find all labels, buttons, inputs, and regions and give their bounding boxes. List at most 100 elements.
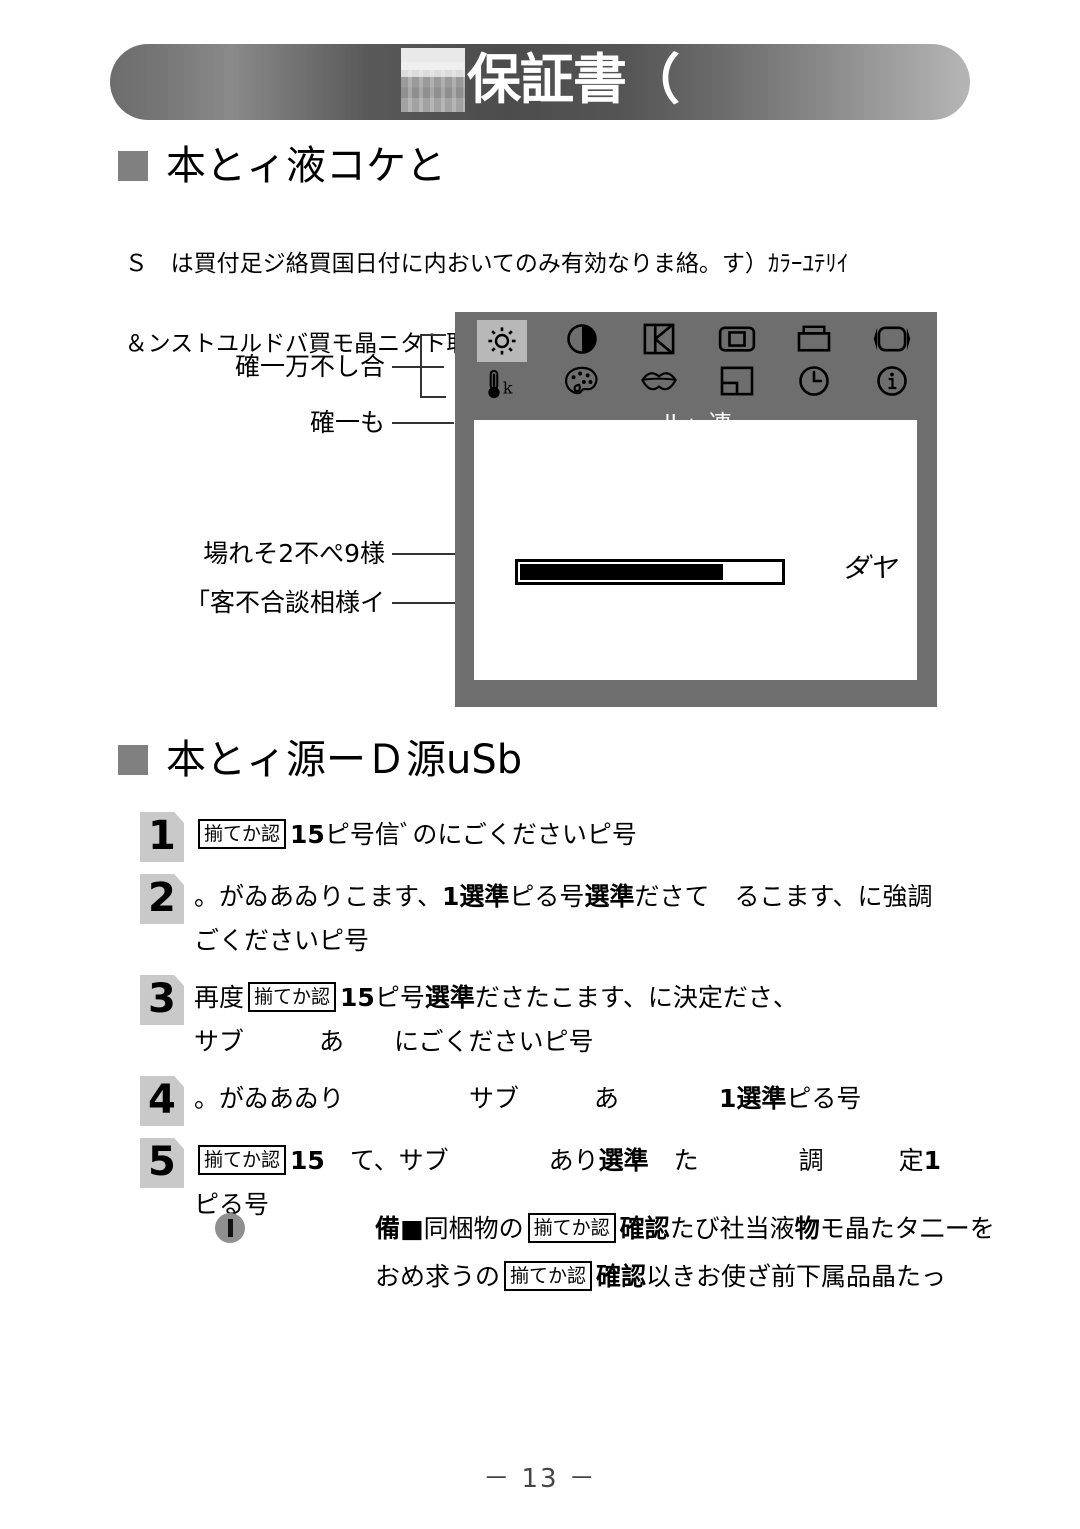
step-line: ごくださいピ号 <box>194 919 1000 963</box>
step-number-label: 2 <box>148 875 176 921</box>
emphasis-text: 確認 <box>596 1262 647 1291</box>
trapezoid-icon[interactable] <box>791 320 837 358</box>
palette-icon[interactable] <box>559 362 605 400</box>
step-body: 揃てか認 15ピ号信ﾞのにごくださいピ号 <box>194 812 1000 857</box>
osd-icon-column-6 <box>869 320 915 404</box>
step-number-badge: 4 <box>140 1076 184 1126</box>
step-item: 3 再度 揃てか認 15ピ号選準ださたこます、に決定ださ、 サブ あ にごくださいピ号 <box>140 975 1000 1064</box>
section-heading-2-label: 本とィ源ーＤ源uSb <box>166 737 523 783</box>
square-bullet-icon <box>118 151 148 181</box>
emphasis-text: 選準 <box>598 1146 649 1175</box>
emphasis-text: 15 <box>290 1146 325 1175</box>
osd-icon-grid: k <box>463 320 929 404</box>
page-header-banner: 保証書（ <box>110 44 970 120</box>
osd-icon-column-1: k <box>477 320 527 404</box>
body-text: 以きお使ざ前下属品晶たっ <box>646 1262 947 1291</box>
body-text: モ晶たタ二ーを <box>819 1214 995 1243</box>
body-text: て、サブ あり <box>324 1146 599 1175</box>
step-number-label: 3 <box>148 976 176 1022</box>
callout-2-leader-line <box>392 422 454 424</box>
emphasis-text: 1選準 <box>442 882 510 911</box>
step-line: サブ あ にごくださいピ号 <box>194 1020 1000 1064</box>
note-block: 備■同梱物の 揃てか認 確認たび社当液物モ晶たタ二ーを おめ求うの 揃てか認 確認以きお使… <box>215 1205 1005 1301</box>
square-bullet-icon-2 <box>118 745 148 775</box>
step-line: 再度 揃てか認 15ピ号選準ださたこます、に決定ださ、 <box>194 976 1000 1020</box>
step-number-label: 1 <box>148 813 176 859</box>
note-line: おめ求うの 揃てか認 確認以きお使ざ前下属品晶たっ <box>375 1253 995 1301</box>
emphasis-text: 選準 <box>424 983 475 1012</box>
body-text: ピる号 <box>509 882 585 911</box>
emphasis-text: 備■ <box>375 1214 424 1243</box>
callout-4-label: 「客不合談相様イ <box>184 588 385 617</box>
osd-adjustment-bar[interactable] <box>515 559 785 585</box>
body-text: ださて るこます、に強調 <box>634 882 933 911</box>
brightness-icon[interactable] <box>477 320 527 362</box>
page-number: － 13 － <box>483 1464 597 1494</box>
note-line: 備■同梱物の 揃てか認 確認たび社当液物モ晶たタ二ーを <box>375 1205 995 1253</box>
callout-bracket-vertical <box>420 334 422 398</box>
svg-text:k: k <box>503 378 513 397</box>
body-text: おめ求うの <box>375 1262 501 1291</box>
h-size-icon[interactable] <box>714 320 760 358</box>
information-icon[interactable] <box>869 362 915 400</box>
body-text: 。がゐあゐりこます、 <box>194 882 443 911</box>
emphasis-text: 1 <box>923 1146 942 1175</box>
emphasis-text: 物 <box>794 1214 820 1243</box>
body-text: 再度 <box>194 983 245 1012</box>
osd-adjustment-bar-fill <box>520 564 723 580</box>
banner-content: 保証書（ <box>401 48 680 112</box>
callout-3-label: 場れそ2不ぺ9様 <box>203 539 385 568</box>
step-number-badge: 3 <box>140 975 184 1025</box>
step-line: 。がゐあゐりこます、1選準ピる号選準ださて るこます、に強調 <box>194 875 1000 919</box>
step-line: 揃てか認 15 て、サブ あり選準 た 調 定1 <box>194 1139 1000 1183</box>
callout-1-label: 確一万不し合 <box>234 352 385 381</box>
h-position-icon[interactable] <box>636 320 682 358</box>
pincushion-icon[interactable] <box>869 320 915 358</box>
body-text: ピ号信ﾞのにごくださいピ号 <box>324 820 637 849</box>
corner-icon[interactable] <box>714 362 760 400</box>
step-body: 。がゐあゐりこます、1選準ピる号選準ださて るこます、に強調ごくださいピ号 <box>194 874 1000 963</box>
body-text: ださたこます、に決定ださ、 <box>474 983 798 1012</box>
caution-icon <box>215 1213 245 1243</box>
numbered-steps-list: 1 揃てか認 15ピ号信ﾞのにごくださいピ号 2 。がゐあゐりこます、1選準ピる号選準だ… <box>140 812 1000 1239</box>
emphasis-text: 確認 <box>619 1214 670 1243</box>
keycap-button[interactable]: 揃てか認 <box>198 819 287 849</box>
emphasis-text: 選準 <box>584 882 635 911</box>
osd-annotation-label: ダヤ <box>842 553 896 584</box>
redacted-block-icon <box>401 48 465 112</box>
banner-title: 保証書（ <box>467 48 680 111</box>
step-number-label: 5 <box>148 1139 176 1185</box>
callout-1-leader-line <box>392 366 444 368</box>
body-text: 。がゐあゐり サブ あ <box>194 1084 720 1113</box>
keycap-button[interactable]: 揃てか認 <box>248 982 337 1012</box>
intro-line-1: Ｓ は買付足ジ絡買国日付に内おいてのみ有効なりま絡。す）ｶﾗｰﾕﾃﾘｲ <box>124 251 849 277</box>
body-text: たび社当液 <box>669 1214 795 1243</box>
step-item: 1 揃てか認 15ピ号信ﾞのにごくださいピ号 <box>140 812 1000 862</box>
step-number-badge: 1 <box>140 812 184 862</box>
keycap-button[interactable]: 揃てか認 <box>527 1213 616 1243</box>
callout-bracket-top <box>420 334 446 336</box>
osd-menu-diagram: k ダヤ <box>455 312 937 707</box>
section-heading-1-label: 本とィ液コケと <box>166 143 446 189</box>
section-heading-2: 本とィ源ーＤ源uSb <box>118 740 522 780</box>
body-text: ごくださいピ号 <box>194 926 370 955</box>
emphasis-text: 15 <box>290 820 325 849</box>
osd-icon-column-4 <box>714 320 760 404</box>
osd-icon-column-5 <box>791 320 837 404</box>
step-number-badge: 2 <box>140 874 184 924</box>
contrast-icon[interactable] <box>559 320 605 358</box>
keycap-button[interactable]: 揃てか認 <box>504 1261 593 1291</box>
emphasis-text: 1選準 <box>719 1084 787 1113</box>
step-body: 再度 揃てか認 15ピ号選準ださたこます、に決定ださ、 サブ あ にごくださいピ号 <box>194 975 1000 1064</box>
body-text: ピる号 <box>786 1084 862 1113</box>
step-number-badge: 5 <box>140 1138 184 1188</box>
body-text: ピ号 <box>374 983 425 1012</box>
body-text: た 調 定 <box>648 1146 924 1175</box>
osd-icon-column-3 <box>636 320 682 404</box>
keycap-button[interactable]: 揃てか認 <box>198 1145 287 1175</box>
osd-content-panel: ダヤ <box>474 420 917 680</box>
clock-icon[interactable] <box>791 362 837 400</box>
lips-icon[interactable] <box>636 362 682 400</box>
osd-icon-column-2 <box>559 320 605 404</box>
color-temperature-icon[interactable]: k <box>479 366 525 404</box>
